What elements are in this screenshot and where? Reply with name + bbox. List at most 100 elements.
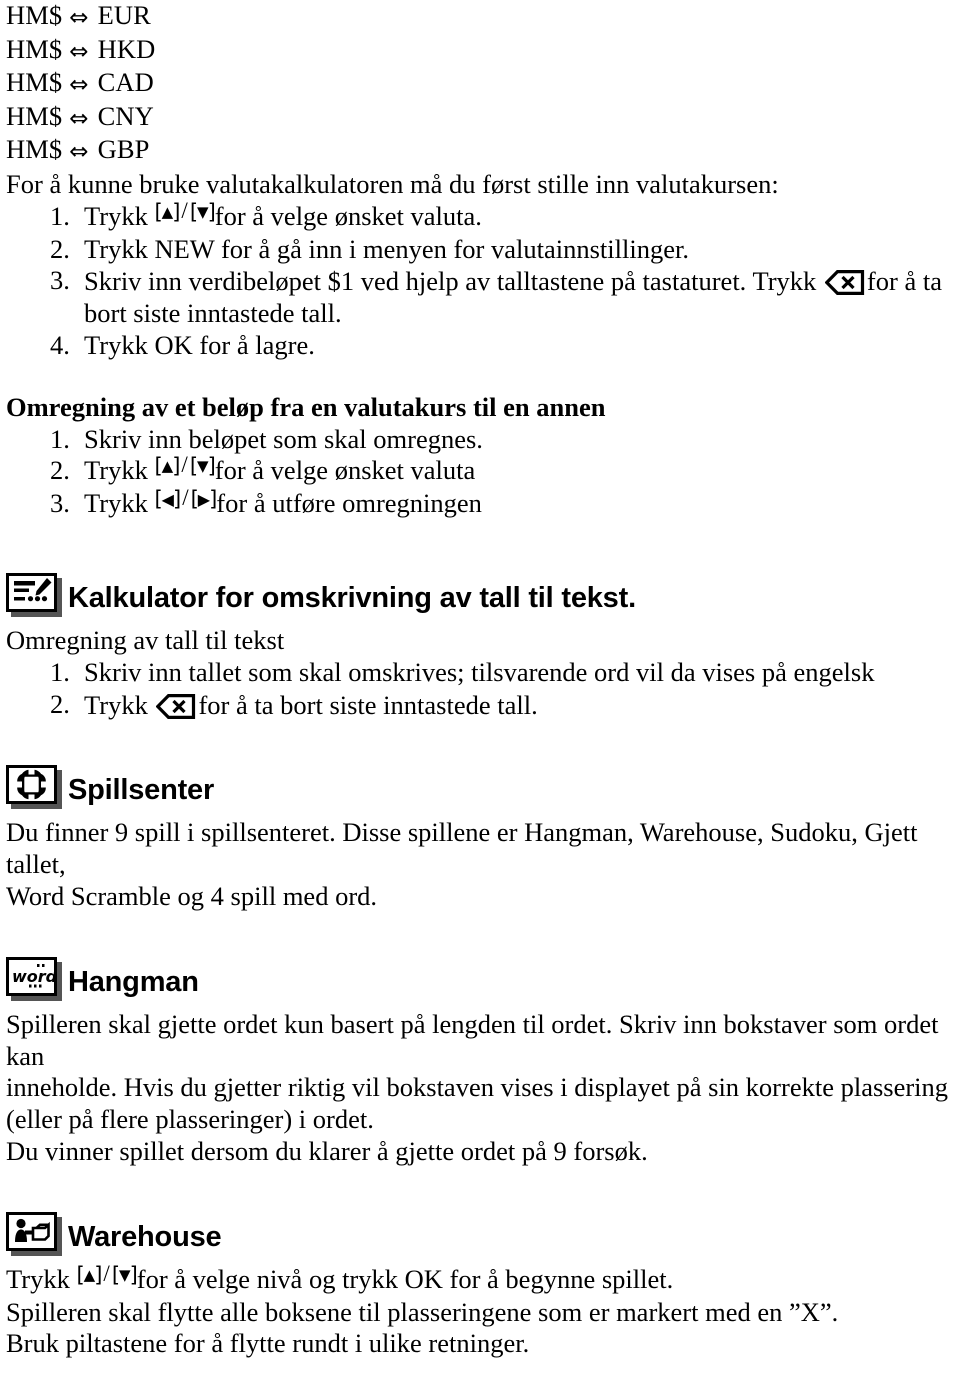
warehouse-body-line: Spilleren skal flytte alle boksene til p… bbox=[6, 1296, 839, 1327]
key-separator: / bbox=[103, 1260, 110, 1286]
section-title: Spillsenter bbox=[68, 774, 215, 807]
double-arrow-icon: ⇔ bbox=[69, 139, 89, 166]
hangman-section-heading: word Hangman bbox=[6, 956, 954, 1001]
step-lead-text: Trykk bbox=[84, 200, 148, 231]
key-separator: / bbox=[182, 485, 189, 511]
list-item: HM$ ⇔ CNY bbox=[6, 101, 954, 135]
step-lead-text: Skriv inn beløpet som skal omregnes. bbox=[84, 423, 483, 454]
list-item: 4. Trykk OK for å lagre. bbox=[6, 330, 954, 362]
step-tail-text: for å velge ønsket valuta. bbox=[214, 200, 482, 231]
instruction-lead-text: Trykk bbox=[6, 1263, 70, 1294]
number-to-text-section-heading: Kalkulator for omskrivning av tall til t… bbox=[6, 572, 954, 617]
currency-to: HKD bbox=[97, 33, 156, 64]
triangle-down-icon: ▼ bbox=[197, 457, 209, 476]
list-item: 1. Trykk [▲]/[▼]for å velge ønsket valuta… bbox=[6, 198, 954, 234]
warehouse-body-line: Bruk piltastene for å flytte rundt i uli… bbox=[6, 1328, 530, 1359]
arrow-down-key-icon: [▼] bbox=[111, 1262, 138, 1287]
double-arrow-icon: ⇔ bbox=[69, 38, 89, 65]
arrow-right-key-icon: [▶] bbox=[190, 487, 218, 512]
list-item: HM$ ⇔ GBP bbox=[6, 134, 954, 168]
step-number: 3. bbox=[50, 265, 70, 296]
step-lead-text: Trykk bbox=[84, 455, 148, 486]
hangman-body-line: Spilleren skal gjette ordet kun basert p… bbox=[6, 1008, 939, 1071]
list-item: 2. Trykk [▲]/[▼]for å velge ønsket valuta bbox=[6, 452, 954, 488]
currency-setup-intro: For å kunne bruke valutakalkulatoren må … bbox=[6, 168, 779, 199]
game-center-icon bbox=[6, 765, 62, 810]
game-center-section-heading: Spillsenter bbox=[6, 765, 954, 810]
triangle-up-icon: ▲ bbox=[161, 457, 174, 476]
double-arrow-icon: ⇔ bbox=[69, 5, 89, 31]
step-number: 1. bbox=[50, 656, 70, 687]
step-lead-text: Skriv inn verdibeløpet $1 ved hjelp av t… bbox=[84, 266, 817, 297]
step-number: 2. bbox=[50, 455, 70, 486]
currency-from: HM$ bbox=[6, 0, 63, 30]
step-number: 4. bbox=[50, 329, 70, 360]
hangman-body-line: inneholde. Hvis du gjetter riktig vil bo… bbox=[6, 1072, 949, 1103]
currency-from: HM$ bbox=[6, 100, 63, 131]
left-right-arrow-keys: [◀]/[▶] bbox=[154, 485, 218, 521]
icon-frame bbox=[6, 572, 57, 612]
conversion-heading: Omregning av et beløp fra en valutakurs … bbox=[6, 391, 606, 422]
icon-frame bbox=[6, 1211, 57, 1251]
key-separator: / bbox=[181, 452, 188, 478]
key-separator: / bbox=[181, 197, 188, 223]
section-title: Kalkulator for omskrivning av tall til t… bbox=[68, 581, 636, 614]
step-lead-text: Trykk NEW for å gå inn i menyen for valu… bbox=[84, 233, 689, 264]
list-item: HM$ ⇔ EUR bbox=[6, 0, 954, 34]
step-tail-text: for å utføre omregningen bbox=[216, 488, 482, 519]
warehouse-push-box-icon bbox=[6, 1211, 62, 1256]
step-number: 3. bbox=[50, 488, 70, 519]
currency-from: HM$ bbox=[6, 33, 63, 64]
arrow-down-key-icon: [▼] bbox=[189, 199, 216, 224]
list-item: 3. Skriv inn verdibeløpet $1 ved hjelp av… bbox=[6, 265, 954, 330]
triangle-left-icon: ◀ bbox=[161, 490, 174, 510]
step-number: 2. bbox=[50, 688, 70, 719]
step-number: 1. bbox=[50, 200, 70, 231]
currency-to: CNY bbox=[97, 100, 154, 131]
triangle-right-icon: ▶ bbox=[197, 490, 210, 510]
list-item: 1. Skriv inn beløpet som skal omregnes. bbox=[6, 424, 954, 456]
triangle-down-icon: ▼ bbox=[197, 202, 209, 221]
warehouse-section-heading: Warehouse bbox=[6, 1211, 954, 1256]
step-tail-text: for å ta bort siste inntastede tall. bbox=[198, 689, 538, 720]
list-item: 2. Trykk for å ta bort siste inntastede t… bbox=[6, 689, 954, 722]
currency-from: HM$ bbox=[6, 134, 63, 165]
step-lead-text: Trykk bbox=[84, 488, 148, 519]
icon-frame bbox=[6, 765, 57, 805]
triangle-up-icon: ▲ bbox=[161, 202, 174, 221]
up-down-arrow-keys: [▲]/[▼] bbox=[76, 1261, 138, 1297]
backspace-key-icon bbox=[156, 693, 196, 719]
backspace-key-icon bbox=[824, 270, 865, 296]
step-lead-text: Skriv inn tallet som skal omskrives; til… bbox=[84, 656, 875, 687]
section-title: Hangman bbox=[68, 965, 199, 998]
game-center-body-line: Word Scramble og 4 spill med ord. bbox=[6, 880, 378, 911]
list-item: 2. Trykk NEW for å gå inn i menyen for va… bbox=[6, 234, 954, 266]
double-arrow-icon: ⇔ bbox=[69, 72, 89, 99]
arrow-left-key-icon: [◀] bbox=[154, 487, 181, 512]
document-page: HM$ ⇔ EUR HM$ ⇔ HKD HM$ ⇔ CAD HM$ ⇔ CNY HM$ ⇔ GBP … bbox=[0, 0, 960, 1390]
instruction-tail-text: for å velge nivå og trykk OK for å begyn… bbox=[136, 1263, 674, 1294]
list-item: HM$ ⇔ CAD bbox=[6, 67, 954, 101]
step-lead-text: Trykk bbox=[84, 689, 148, 720]
currency-to: GBP bbox=[97, 134, 150, 165]
arrow-up-key-icon: [▲] bbox=[76, 1262, 102, 1287]
step-number: 2. bbox=[50, 233, 70, 264]
list-item: HM$ ⇔ HKD bbox=[6, 34, 954, 68]
word-icon: word bbox=[6, 956, 62, 1001]
arrow-up-key-icon: [▲] bbox=[154, 199, 180, 224]
number-to-text-steps: 1. Skriv inn tallet som skal omskrives; t… bbox=[6, 657, 954, 722]
up-down-arrow-keys: [▲]/[▼] bbox=[154, 198, 216, 234]
warehouse-instruction: Trykk [▲]/[▼]for å velge nivå og trykk O… bbox=[6, 1261, 954, 1297]
arrow-down-key-icon: [▼] bbox=[189, 454, 216, 479]
currency-from: HM$ bbox=[6, 67, 63, 98]
step-number: 1. bbox=[50, 423, 70, 454]
hangman-body-line: Du vinner spillet dersom du klarer å gje… bbox=[6, 1135, 648, 1166]
conversion-steps: 1. Skriv inn beløpet som skal omregnes. 2… bbox=[6, 424, 954, 521]
list-item: 3. Trykk [◀]/[▶]for å utføre omregningen bbox=[6, 485, 954, 521]
triangle-up-icon: ▲ bbox=[83, 1265, 96, 1284]
currency-to: EUR bbox=[97, 0, 151, 30]
step-lead-text: Trykk OK for å lagre. bbox=[84, 329, 315, 360]
game-center-body-line: Du finner 9 spill i spillsenteret. Disse… bbox=[6, 817, 918, 880]
arrow-up-key-icon: [▲] bbox=[154, 454, 180, 479]
icon-frame: word bbox=[6, 956, 57, 996]
